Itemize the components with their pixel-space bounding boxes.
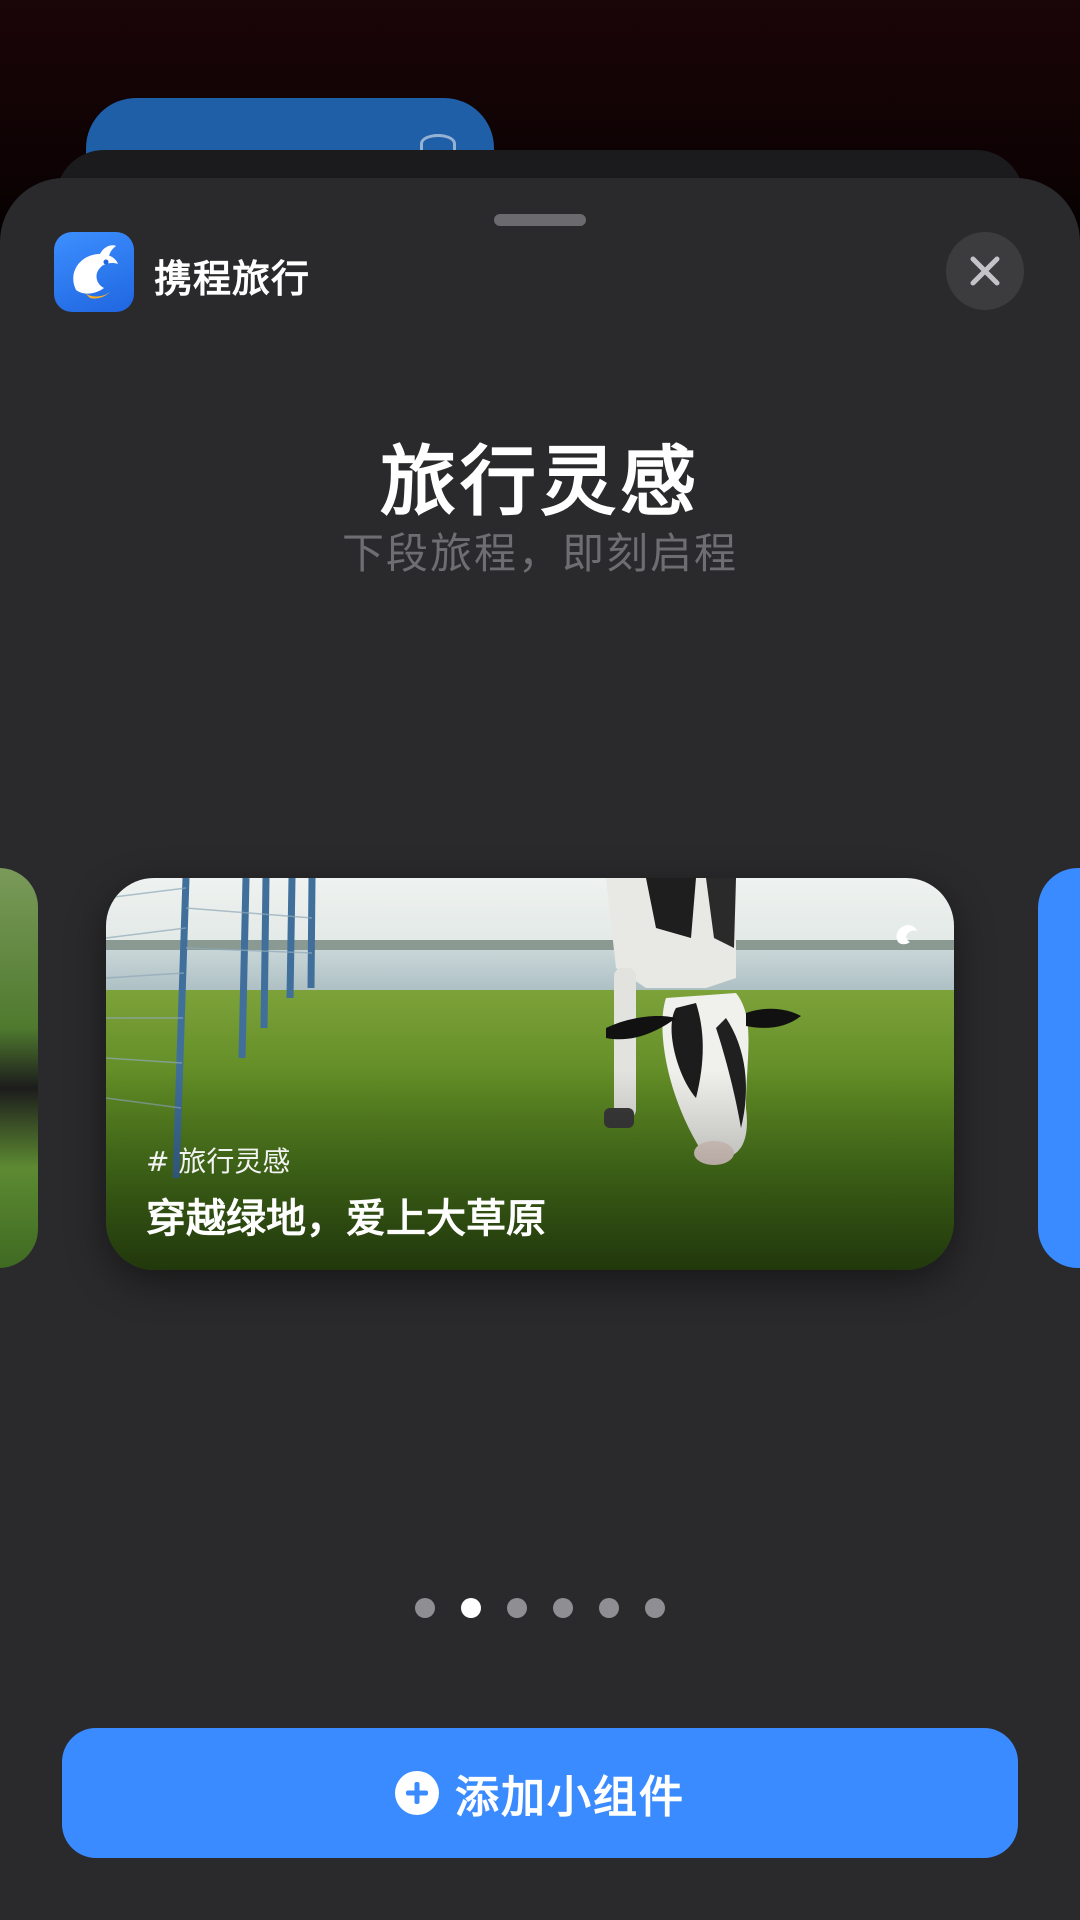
widget-preview-card[interactable]: # 旅行灵感 穿越绿地，爱上大草原 [106,878,954,1270]
page-indicator[interactable] [0,1598,1080,1618]
ctrip-dolphin-icon [896,925,917,945]
page-dot[interactable] [507,1598,527,1618]
previous-widget-preview[interactable] [0,868,38,1268]
close-button[interactable] [946,232,1024,310]
widget-title: 旅行灵感 [380,437,700,526]
page-dot[interactable] [645,1598,665,1618]
app-name: 携程旅行 [154,257,311,301]
close-icon [970,256,1000,286]
page-dot[interactable] [553,1598,573,1618]
ctrip-dolphin-icon [54,232,134,312]
widget-caption: 穿越绿地，爱上大草原 [146,1196,546,1242]
widget-subtitle: 下段旅程，即刻启程 [341,529,738,578]
add-widget-label: 添加小组件 [455,1772,685,1823]
plus-circle-icon [395,1771,439,1815]
widget-tag: # 旅行灵感 [146,1145,291,1178]
next-widget-preview[interactable] [1038,868,1080,1268]
page-dot[interactable] [415,1598,435,1618]
page-dot[interactable] [599,1598,619,1618]
widget-gallery-sheet: 携程旅行 旅行灵感 下段旅程，即刻启程 # 旅行灵感 穿越绿地，爱上大草原 添加… [0,178,1080,1920]
add-widget-button[interactable]: 添加小组件 [62,1728,1018,1858]
sheet-grabber[interactable] [494,214,586,226]
page-dot-active[interactable] [461,1598,481,1618]
